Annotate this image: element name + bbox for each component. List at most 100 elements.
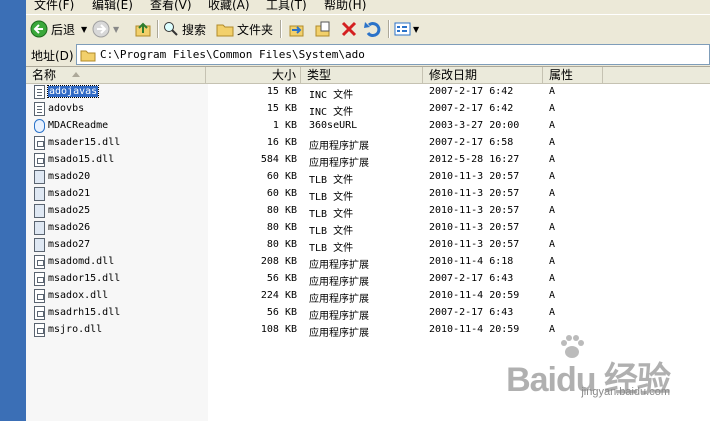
back-button[interactable]: 后退 ▼ bbox=[30, 19, 87, 39]
column-date[interactable]: 修改日期 bbox=[423, 67, 543, 83]
column-date-label: 修改日期 bbox=[429, 68, 478, 82]
menu-edit[interactable]: 编辑(E) bbox=[92, 0, 133, 13]
back-arrow-icon bbox=[30, 20, 48, 38]
file-size: 60 KB bbox=[266, 188, 297, 199]
file-row[interactable]: msadomd.dll 208 KB 应用程序扩展 2010-11-4 6:18 A bbox=[26, 254, 586, 271]
file-size: 224 KB bbox=[260, 290, 297, 301]
views-icon bbox=[394, 22, 411, 36]
menu-view[interactable]: 查看(V) bbox=[150, 0, 192, 13]
file-row[interactable]: msader15.dll 16 KB 应用程序扩展 2007-2-17 6:58 A bbox=[26, 135, 586, 152]
file-name: msadox.dll bbox=[48, 290, 109, 301]
views-button[interactable]: ▼ bbox=[394, 19, 419, 39]
folders-button[interactable]: 文件夹 bbox=[216, 19, 273, 39]
file-row[interactable]: MDACReadme 1 KB 360seURL 2003-3-27 20:00 A bbox=[26, 118, 586, 135]
search-button-label: 搜索 bbox=[182, 22, 207, 37]
dll-file-icon bbox=[34, 306, 45, 320]
dll-file-icon bbox=[34, 136, 45, 150]
file-name: msadomd.dll bbox=[48, 256, 115, 267]
file-type: TLB 文件 bbox=[309, 209, 354, 220]
file-type: 应用程序扩展 bbox=[309, 328, 369, 339]
chevron-down-icon[interactable]: ▼ bbox=[81, 25, 87, 34]
file-attributes: A bbox=[549, 120, 556, 131]
file-row[interactable]: msado27 80 KB TLB 文件 2010-11-3 20:57 A bbox=[26, 237, 586, 254]
file-size: 584 KB bbox=[260, 154, 297, 165]
column-name[interactable]: 名称 bbox=[26, 67, 206, 83]
dll-file-icon bbox=[34, 289, 45, 303]
folder-up-icon bbox=[135, 22, 151, 37]
file-row[interactable]: msado26 80 KB TLB 文件 2010-11-3 20:57 A bbox=[26, 220, 586, 237]
menu-file[interactable]: 文件(F) bbox=[34, 0, 74, 13]
file-row[interactable]: msjro.dll 108 KB 应用程序扩展 2010-11-4 20:59 A bbox=[26, 322, 586, 339]
search-button[interactable]: 搜索 bbox=[163, 19, 206, 39]
column-type[interactable]: 类型 bbox=[301, 67, 423, 83]
file-row[interactable]: msado15.dll 584 KB 应用程序扩展 2012-5-28 16:27 A bbox=[26, 152, 586, 169]
file-size: 56 KB bbox=[266, 273, 297, 284]
menu-favorites[interactable]: 收藏(A) bbox=[208, 0, 250, 13]
file-row[interactable]: msado20 60 KB TLB 文件 2010-11-3 20:57 A bbox=[26, 169, 586, 186]
move-to-button[interactable] bbox=[288, 19, 306, 39]
file-type: TLB 文件 bbox=[309, 243, 354, 254]
file-row[interactable]: msado25 80 KB TLB 文件 2010-11-3 20:57 A bbox=[26, 203, 586, 220]
file-name: MDACReadme bbox=[48, 120, 109, 131]
folder-icon bbox=[80, 50, 96, 61]
file-size: 16 KB bbox=[266, 137, 297, 148]
forward-button[interactable]: ▼ bbox=[92, 19, 119, 39]
file-date: 2007-2-17 6:58 bbox=[429, 137, 514, 148]
watermark: Baidu 经验 jingyan.baidu.com bbox=[506, 335, 671, 401]
back-button-label: 后退 bbox=[51, 22, 76, 37]
dll-file-icon bbox=[34, 153, 45, 167]
file-size: 80 KB bbox=[266, 239, 297, 250]
tlb-file-icon bbox=[34, 187, 45, 201]
file-name: msador15.dll bbox=[48, 273, 121, 284]
column-type-label: 类型 bbox=[307, 68, 332, 82]
file-name: adovbs bbox=[48, 103, 85, 114]
file-name: msader15.dll bbox=[48, 137, 121, 148]
tlb-file-icon bbox=[34, 238, 45, 252]
file-name: msado20 bbox=[48, 171, 91, 182]
file-row[interactable]: msadrh15.dll 56 KB 应用程序扩展 2007-2-17 6:43 A bbox=[26, 305, 586, 322]
file-name: msado27 bbox=[48, 239, 91, 250]
file-row[interactable]: msado21 60 KB TLB 文件 2010-11-3 20:57 A bbox=[26, 186, 586, 203]
file-attributes: A bbox=[549, 188, 556, 199]
chevron-down-icon[interactable]: ▼ bbox=[113, 25, 119, 34]
file-row[interactable]: msadox.dll 224 KB 应用程序扩展 2010-11-4 20:59 A bbox=[26, 288, 586, 305]
file-attributes: A bbox=[549, 256, 556, 267]
file-row[interactable]: adovbs 15 KB INC 文件 2007-2-17 6:42 A bbox=[26, 101, 586, 118]
url-file-icon bbox=[34, 119, 45, 133]
address-label: 地址(D) bbox=[31, 49, 74, 63]
file-type: TLB 文件 bbox=[309, 175, 354, 186]
file-date: 2010-11-4 20:59 bbox=[429, 290, 520, 301]
file-type: 360seURL bbox=[309, 120, 358, 131]
column-size[interactable]: 大小 bbox=[206, 67, 301, 83]
dll-file-icon bbox=[34, 272, 45, 286]
dll-file-icon bbox=[34, 255, 45, 269]
file-size: 60 KB bbox=[266, 171, 297, 182]
file-date: 2007-2-17 6:42 bbox=[429, 103, 514, 114]
menu-help[interactable]: 帮助(H) bbox=[324, 0, 366, 13]
file-attributes: A bbox=[549, 103, 556, 114]
file-date: 2010-11-4 20:59 bbox=[429, 324, 520, 335]
file-size: 1 KB bbox=[272, 120, 297, 131]
file-row[interactable]: msador15.dll 56 KB 应用程序扩展 2007-2-17 6:43 A bbox=[26, 271, 586, 288]
chevron-down-icon[interactable]: ▼ bbox=[413, 25, 419, 34]
column-attributes[interactable]: 属性 bbox=[543, 67, 603, 83]
file-attributes: A bbox=[549, 290, 556, 301]
up-folder-button[interactable] bbox=[134, 19, 152, 39]
toolbar-separator bbox=[280, 20, 282, 38]
delete-button[interactable] bbox=[340, 19, 358, 39]
file-row[interactable]: adojavas 15 KB INC 文件 2007-2-17 6:42 A bbox=[26, 84, 586, 101]
watermark-url: jingyan.baidu.com bbox=[581, 386, 670, 398]
copy-to-button[interactable] bbox=[314, 19, 332, 39]
undo-button[interactable] bbox=[364, 19, 382, 39]
search-icon bbox=[164, 22, 178, 36]
file-list: adojavas 15 KB INC 文件 2007-2-17 6:42 A adovbs… bbox=[26, 84, 710, 421]
inc-file-icon bbox=[34, 85, 45, 99]
address-input[interactable]: C:\Program Files\Common Files\System\ado bbox=[76, 44, 710, 65]
toolbar: 后退 ▼ ▼ 搜索 文件夹 ▼ bbox=[26, 14, 710, 44]
file-type: 应用程序扩展 bbox=[309, 277, 369, 288]
file-size: 108 KB bbox=[260, 324, 297, 335]
file-attributes: A bbox=[549, 239, 556, 250]
menu-tools[interactable]: 工具(T) bbox=[266, 0, 307, 13]
tlb-file-icon bbox=[34, 170, 45, 184]
file-date: 2007-2-17 6:43 bbox=[429, 273, 514, 284]
